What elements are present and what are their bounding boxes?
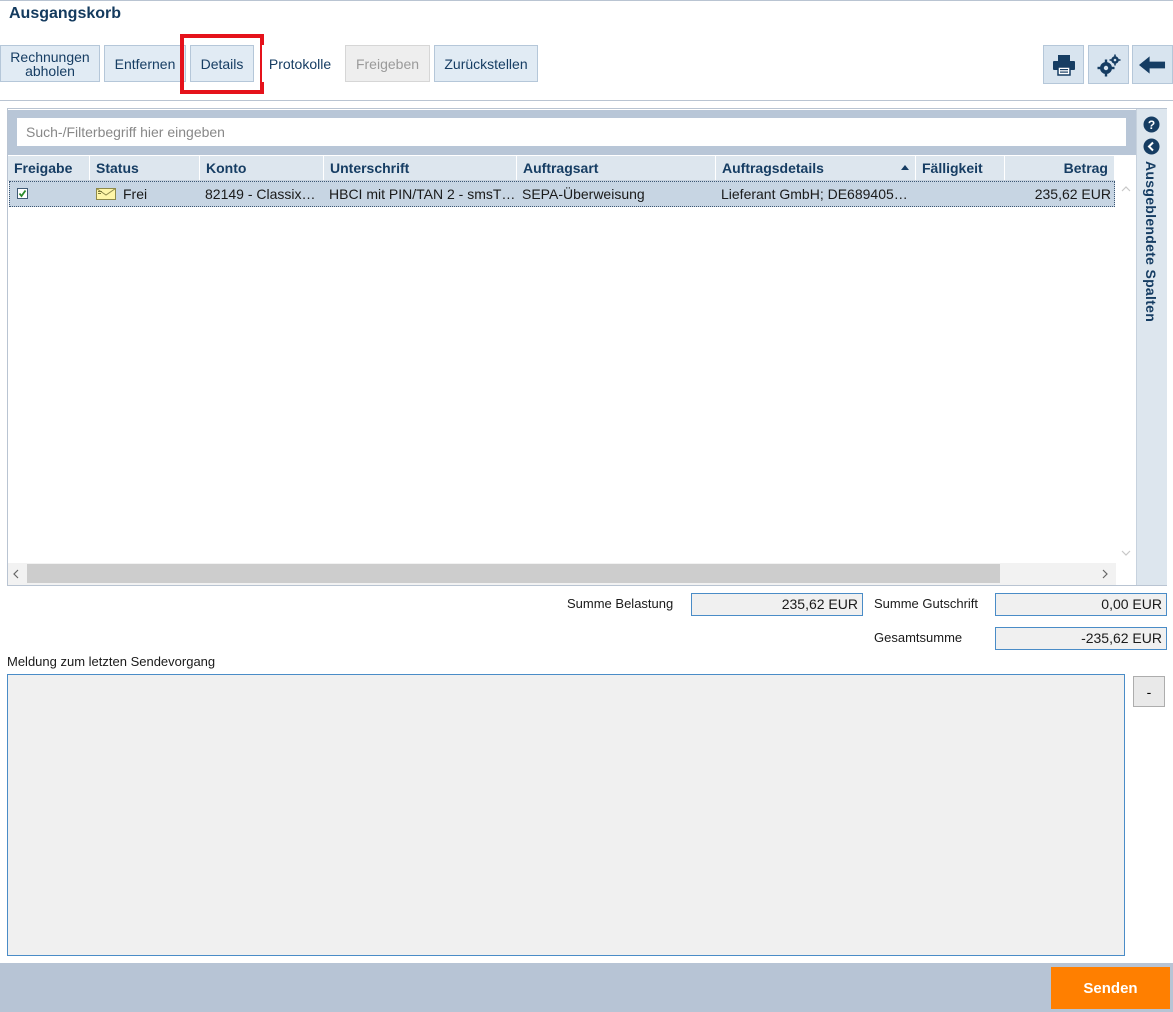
entfernen-button[interactable]: Entfernen	[104, 45, 186, 82]
cell-status: Frei	[123, 186, 148, 202]
search-input[interactable]	[17, 118, 1126, 146]
envelope-status-icon	[96, 188, 116, 200]
checkmark-icon	[18, 189, 27, 198]
scroll-up-icon	[1121, 186, 1131, 192]
protokolle-button[interactable]: Protokolle	[262, 45, 338, 82]
gesamtsumme-label: Gesamtsumme	[874, 630, 963, 645]
column-header-auftragsdetails[interactable]: Auftragsdetails	[716, 156, 916, 180]
help-icon[interactable]: ?	[1143, 116, 1160, 133]
column-header-status[interactable]: Status	[90, 156, 200, 180]
cell-betrag: 235,62 EUR	[1034, 186, 1111, 202]
scroll-right-icon	[1102, 569, 1108, 579]
gesamtsumme-value: -235,62 EUR	[995, 627, 1167, 650]
freigeben-button[interactable]: Freigeben	[345, 45, 430, 82]
settings-button[interactable]	[1088, 45, 1129, 84]
column-header-freigabe[interactable]: Freigabe	[8, 156, 90, 180]
back-arrow-icon	[1139, 55, 1166, 74]
page-title: Ausgangskorb	[9, 5, 122, 22]
summe-belastung-label: Summe Belastung	[567, 596, 674, 611]
column-header-faelligkeit[interactable]: Fälligkeit	[916, 156, 1005, 180]
back-button[interactable]	[1132, 45, 1173, 84]
cell-faelligkeit	[921, 182, 1005, 206]
grid-header: Freigabe Status Konto Unterschrift Auftr…	[8, 156, 1115, 181]
table-row[interactable]: Frei 82149 - Classix… HBCI mit PIN/TAN 2…	[9, 181, 1115, 207]
send-button[interactable]: Senden	[1051, 967, 1170, 1009]
sort-ascending-icon	[901, 165, 909, 170]
scroll-down-icon	[1121, 550, 1131, 556]
toolbar-separator	[0, 100, 1173, 101]
horizontal-scroll-thumb[interactable]	[27, 564, 1000, 583]
column-header-auftragsart[interactable]: Auftragsart	[517, 156, 716, 180]
vertical-scrollbar[interactable]	[1116, 180, 1136, 563]
settings-gears-icon	[1097, 54, 1120, 76]
printer-icon	[1052, 54, 1075, 76]
message-label: Meldung zum letzten Sendevorgang	[7, 654, 216, 669]
summe-gutschrift-label: Summe Gutschrift	[874, 596, 979, 611]
svg-text:?: ?	[1148, 118, 1155, 132]
rechnungen-abholen-label-line1: Rechnungen	[10, 48, 90, 65]
cell-auftragsdetails: Lieferant GmbH; DE689405…	[721, 186, 908, 202]
footer-bar	[0, 963, 1173, 1012]
hidden-columns-label: Ausgeblendete Spalten	[1143, 161, 1159, 323]
column-header-betrag[interactable]: Betrag	[1005, 156, 1115, 180]
print-button[interactable]	[1043, 45, 1084, 84]
column-header-konto[interactable]: Konto	[200, 156, 324, 180]
details-highlight-frame	[180, 34, 264, 94]
cell-konto: 82149 - Classix…	[205, 186, 316, 202]
horizontal-scrollbar[interactable]	[8, 563, 1116, 585]
rechnungen-abholen-label-line2: abholen	[25, 62, 75, 79]
freigabe-checkbox[interactable]	[17, 188, 28, 199]
scroll-left-icon	[13, 569, 19, 579]
top-border	[0, 0, 1173, 1]
summe-belastung-value: 235,62 EUR	[691, 593, 863, 616]
column-header-auftragsdetails-label: Auftragsdetails	[722, 160, 824, 176]
rechnungen-abholen-button[interactable]: Rechnungen abholen	[0, 45, 100, 82]
column-header-unterschrift[interactable]: Unterschrift	[324, 156, 517, 180]
summe-gutschrift-value: 0,00 EUR	[995, 593, 1167, 616]
cell-unterschrift: HBCI mit PIN/TAN 2 - smsT…	[329, 186, 515, 202]
zurueckstellen-button[interactable]: Zurückstellen	[434, 45, 538, 82]
message-box	[7, 674, 1125, 956]
collapse-message-button[interactable]: -	[1133, 676, 1165, 707]
cell-auftragsart: SEPA-Überweisung	[522, 186, 645, 202]
expand-panel-icon[interactable]	[1143, 138, 1160, 155]
